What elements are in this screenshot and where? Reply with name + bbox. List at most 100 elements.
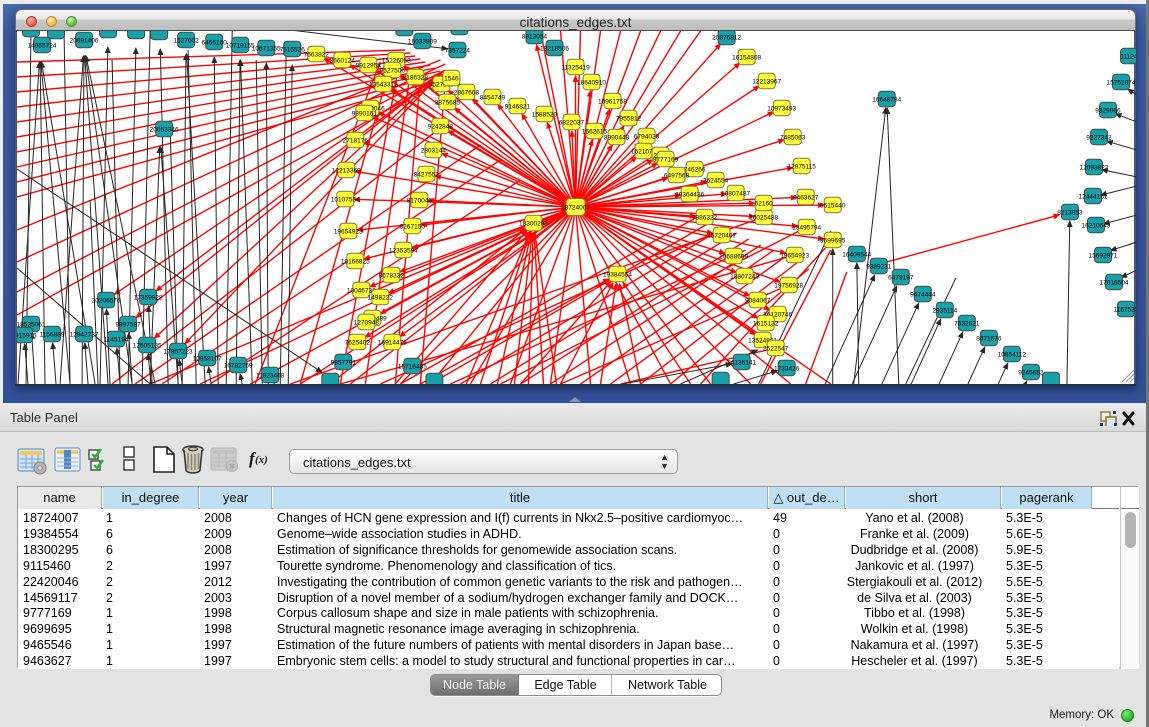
svg-text:10961758: 10961758 [598, 98, 627, 105]
svg-text:15720407: 15720407 [707, 232, 736, 239]
svg-text:7357224: 7357224 [445, 47, 471, 54]
svg-text:8427552: 8427552 [414, 171, 440, 178]
svg-text:9242848: 9242848 [428, 123, 454, 130]
svg-text:12213369: 12213369 [332, 167, 361, 174]
svg-text:6794028: 6794028 [634, 133, 660, 140]
svg-text:19756928: 19756928 [774, 282, 803, 289]
svg-text:14055724: 14055724 [28, 42, 57, 49]
svg-text:8990448: 8990448 [604, 134, 630, 141]
svg-text:6466160: 6466160 [202, 39, 228, 46]
svg-text:11124: 11124 [1120, 53, 1136, 60]
svg-text:7515526: 7515526 [280, 46, 306, 53]
svg-text:16648784: 16648784 [872, 96, 901, 103]
svg-text:10719155: 10719155 [226, 42, 255, 49]
svg-text:8471676: 8471676 [976, 335, 1002, 342]
svg-text:7886322: 7886322 [692, 214, 718, 221]
svg-text:12975115: 12975115 [787, 163, 816, 170]
svg-text:16210643: 16210643 [1081, 222, 1110, 229]
svg-text:1145194: 1145194 [104, 336, 129, 343]
svg-text:19384554: 19384554 [603, 271, 632, 278]
svg-text:1270948: 1270948 [354, 319, 380, 326]
svg-text:1733426: 1733426 [774, 365, 800, 372]
svg-text:9389231: 9389231 [866, 263, 892, 270]
svg-text:1615132: 1615132 [753, 320, 779, 327]
svg-text:20691406: 20691406 [70, 37, 99, 44]
svg-text:12093822: 12093822 [1079, 164, 1108, 171]
svg-text:6479197: 6479197 [888, 274, 914, 281]
svg-text:7485063: 7485063 [780, 134, 806, 141]
svg-text:18807249: 18807249 [730, 273, 759, 280]
svg-text:9997587: 9997587 [115, 321, 141, 328]
svg-text:19654923: 19654923 [334, 228, 363, 235]
svg-text:9699695: 9699695 [820, 237, 846, 244]
svg-text:6497568: 6497568 [664, 172, 690, 179]
svg-text:12505135: 12505135 [133, 342, 162, 349]
svg-text:8170046: 8170046 [407, 197, 433, 204]
svg-text:7955812: 7955812 [616, 115, 642, 122]
svg-text:1167533: 1167533 [1114, 306, 1136, 313]
svg-text:12942737: 12942737 [70, 331, 99, 338]
svg-text:10958107: 10958107 [193, 355, 222, 362]
svg-text:19166825: 19166825 [341, 258, 370, 265]
svg-text:1588520: 1588520 [532, 111, 558, 118]
svg-text:16154808: 16154808 [732, 54, 761, 61]
svg-text:3915915: 3915915 [17, 332, 37, 339]
svg-text:9515440: 9515440 [820, 202, 846, 209]
svg-text:11325419: 11325419 [561, 64, 590, 71]
svg-text:10025488: 10025488 [749, 214, 778, 221]
svg-text:9474444: 9474444 [910, 291, 936, 298]
svg-text:1527602: 1527602 [173, 37, 199, 44]
svg-text:10671355: 10671355 [252, 45, 281, 52]
svg-text:1546: 1546 [444, 75, 459, 82]
svg-text:15751074: 15751074 [1107, 79, 1136, 86]
svg-text:15692971: 15692971 [1089, 252, 1118, 259]
svg-text:15716485: 15716485 [398, 363, 427, 370]
svg-text:10654112: 10654112 [998, 351, 1027, 358]
svg-text:8912954: 8912954 [356, 62, 382, 69]
svg-text:19218506: 19218506 [540, 45, 569, 52]
svg-text:20364436: 20364436 [675, 191, 704, 198]
svg-text:17957223: 17957223 [164, 348, 193, 355]
svg-text:7632621: 7632621 [954, 320, 980, 327]
svg-text:2522547: 2522547 [763, 345, 789, 352]
svg-text:11923468: 11923468 [256, 372, 285, 379]
svg-text:8813054: 8813054 [522, 33, 548, 40]
svg-text:16914479: 16914479 [378, 339, 407, 346]
svg-text:12444151: 12444151 [1078, 193, 1107, 200]
svg-text:10973493: 10973493 [767, 105, 796, 112]
svg-text:9777169: 9777169 [653, 156, 679, 163]
svg-text:10688609: 10688609 [719, 253, 748, 260]
svg-text:20053346: 20053346 [150, 126, 179, 133]
svg-text:10107554: 10107554 [331, 196, 360, 203]
svg-text:10543312: 10543312 [369, 81, 398, 88]
svg-text:16033809: 16033809 [408, 38, 437, 45]
svg-text:2803144: 2803144 [421, 147, 447, 154]
svg-text:20876812: 20876812 [712, 34, 741, 41]
svg-text:3624554: 3624554 [703, 177, 729, 184]
svg-text:18724007: 18724007 [561, 204, 590, 211]
svg-text:1156889: 1156889 [40, 331, 65, 338]
svg-text:2718176: 2718176 [343, 137, 369, 144]
svg-text:9527506: 9527506 [380, 67, 406, 74]
svg-text:9146821: 9146821 [505, 103, 531, 110]
svg-text:8186328: 8186328 [403, 74, 429, 81]
svg-text:16409544: 16409544 [842, 251, 871, 258]
svg-text:10807487: 10807487 [721, 190, 750, 197]
svg-text:12353594: 12353594 [389, 247, 418, 254]
svg-text:9227342: 9227342 [1086, 134, 1112, 141]
svg-text:8213953: 8213953 [1057, 209, 1083, 216]
svg-text:9857791: 9857791 [331, 359, 357, 366]
svg-text:8454749: 8454749 [480, 94, 506, 101]
svg-text:12213967: 12213967 [752, 78, 781, 85]
svg-text:9245652: 9245652 [1018, 369, 1044, 376]
svg-text:9084067: 9084067 [745, 297, 771, 304]
svg-text:(x): (x) [255, 454, 268, 466]
svg-text:1498222: 1498222 [368, 294, 394, 301]
svg-text:1562615: 1562615 [582, 128, 608, 135]
svg-text:8660124: 8660124 [330, 57, 356, 64]
svg-text:9329966: 9329966 [1095, 107, 1121, 114]
svg-text:8267150: 8267150 [400, 223, 426, 230]
svg-text:7663822: 7663822 [304, 51, 330, 58]
svg-text:9890161: 9890161 [352, 110, 378, 117]
svg-text:8678332: 8678332 [379, 272, 405, 279]
